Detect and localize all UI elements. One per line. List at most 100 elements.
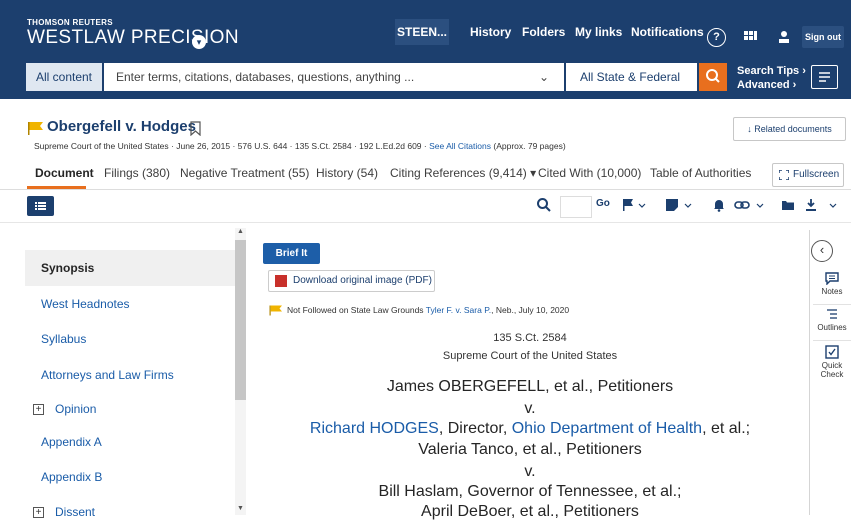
toc-item-appendix-b[interactable]: Appendix B bbox=[25, 459, 235, 495]
chevron-down-icon[interactable]: ▾ bbox=[192, 35, 206, 49]
toc-toggle-button[interactable] bbox=[27, 196, 54, 216]
fullscreen-button[interactable]: Fullscreen bbox=[772, 163, 844, 187]
tab-cited-with[interactable]: Cited With (10,000) bbox=[538, 166, 641, 180]
notes-button[interactable]: Notes bbox=[813, 272, 851, 296]
nav-notifications-link[interactable]: Notifications bbox=[631, 25, 704, 39]
download-icon bbox=[806, 199, 837, 211]
outline-icon bbox=[827, 309, 837, 319]
notes-label: Notes bbox=[821, 287, 843, 296]
bookmark-icon[interactable] bbox=[190, 121, 201, 136]
user-menu-button[interactable]: STEEN... bbox=[395, 19, 449, 45]
search-icon bbox=[537, 198, 551, 212]
expand-icon[interactable]: + bbox=[33, 507, 44, 518]
brief-it-button[interactable]: Brief It bbox=[263, 243, 320, 264]
related-documents-button[interactable]: ↓ Related documents bbox=[733, 117, 846, 141]
alert-button[interactable] bbox=[712, 198, 726, 218]
term-search-input[interactable] bbox=[560, 196, 592, 218]
quick-check-label: Quick Check bbox=[820, 361, 844, 379]
chevron-down-icon[interactable]: ⌄ bbox=[539, 63, 564, 91]
check-document-icon bbox=[825, 345, 839, 359]
keycite-flag-note: Not Followed on State Law Grounds Tyler … bbox=[287, 305, 569, 315]
page-count: (Approx. 79 pages) bbox=[493, 141, 566, 151]
scroll-up-icon[interactable]: ▲ bbox=[237, 228, 244, 235]
tab-negative-treatment[interactable]: Negative Treatment (55) bbox=[180, 166, 309, 180]
agency-link[interactable]: Ohio Department of Health bbox=[512, 420, 702, 437]
brand-product[interactable]: WESTLAW PRECISION bbox=[27, 27, 239, 49]
folder-icon bbox=[782, 201, 794, 210]
toc-item-opinion[interactable]: + Opinion bbox=[25, 391, 235, 427]
reporter-citation: 135 S.Ct. 2584 bbox=[493, 332, 567, 344]
arrow-down-icon: ↓ bbox=[747, 124, 752, 134]
pdf-icon bbox=[275, 275, 287, 287]
side-divider bbox=[813, 304, 851, 305]
tab-history[interactable]: History (54) bbox=[316, 166, 378, 180]
go-button[interactable]: Go bbox=[596, 198, 610, 209]
collapse-panel-button[interactable]: ‹ bbox=[811, 240, 833, 262]
flag-icon bbox=[623, 199, 646, 211]
toc-item-opinion-label: Opinion bbox=[55, 402, 97, 416]
flag-tool-button[interactable] bbox=[622, 198, 646, 218]
copy-link-button[interactable] bbox=[734, 198, 766, 218]
see-all-citations-link[interactable]: See All Citations bbox=[429, 141, 491, 151]
annotation-tool-button[interactable] bbox=[665, 198, 693, 218]
sign-out-button[interactable]: Sign out bbox=[802, 26, 844, 48]
toc-item-west-headnotes[interactable]: West Headnotes bbox=[25, 286, 235, 322]
content-scope-selector[interactable]: All content bbox=[26, 63, 102, 91]
advanced-search-link[interactable]: Advanced bbox=[737, 79, 790, 91]
keycite-status: Not Followed on State Law Grounds bbox=[287, 305, 424, 315]
toc-item-attorneys[interactable]: Attorneys and Law Firms bbox=[25, 357, 235, 393]
outlines-label: Outlines bbox=[817, 323, 847, 332]
related-documents-label: Related documents bbox=[754, 124, 832, 134]
versus-line: v. bbox=[524, 400, 536, 417]
citation-sct: 135 S.Ct. 2584 bbox=[294, 141, 352, 151]
party-link[interactable]: Richard HODGES bbox=[310, 420, 439, 437]
toc-item-syllabus[interactable]: Syllabus bbox=[25, 321, 235, 357]
toc-item-dissent[interactable]: + Dissent bbox=[25, 494, 235, 530]
party-line: April DeBoer, et al., Petitioners bbox=[421, 503, 639, 520]
toc-item-appendix-a[interactable]: Appendix A bbox=[25, 424, 235, 460]
nav-mylinks-link[interactable]: My links bbox=[575, 25, 622, 39]
party-suffix: , et al.; bbox=[702, 420, 751, 437]
party-line: James OBERGEFELL, et al., Petitioners bbox=[386, 378, 674, 395]
versus-line: v. bbox=[524, 463, 536, 480]
flag-icon[interactable] bbox=[27, 121, 45, 135]
tab-table-of-authorities[interactable]: Table of Authorities bbox=[650, 166, 751, 180]
outlines-button[interactable]: Outlines bbox=[813, 308, 851, 332]
quick-check-button[interactable]: Quick Check bbox=[813, 345, 851, 379]
expand-icon[interactable]: + bbox=[33, 404, 44, 415]
link-icon bbox=[734, 201, 764, 209]
tab-citing-references[interactable]: Citing References (9,414) ▾ bbox=[390, 166, 536, 180]
bell-icon bbox=[714, 200, 724, 212]
citation-us: 576 U.S. 644 bbox=[237, 141, 288, 151]
search-within-button[interactable] bbox=[536, 197, 552, 217]
nav-folders-link[interactable]: Folders bbox=[522, 25, 565, 39]
jurisdiction-selector[interactable]: All State & Federal bbox=[566, 63, 697, 91]
save-to-folder-button[interactable] bbox=[781, 198, 795, 218]
court-heading: Supreme Court of the United States bbox=[442, 350, 618, 362]
notes-icon bbox=[825, 272, 839, 286]
keycite-case-link[interactable]: Tyler F. v. Sara P. bbox=[426, 305, 491, 315]
search-button[interactable] bbox=[699, 63, 727, 91]
search-tips-links[interactable]: Search Tips › Advanced › bbox=[737, 64, 806, 92]
help-icon[interactable]: ? bbox=[707, 28, 726, 47]
party-line: Valeria Tanco, et al., Petitioners bbox=[418, 441, 642, 458]
apps-grid-icon[interactable] bbox=[744, 31, 758, 43]
search-icon bbox=[706, 69, 720, 83]
court-name: Supreme Court of the United States bbox=[34, 141, 169, 151]
filter-menu-button[interactable] bbox=[811, 65, 838, 89]
toc-item-dissent-label: Dissent bbox=[55, 505, 96, 519]
tab-document[interactable]: Document bbox=[35, 166, 94, 180]
download-pdf-button[interactable]: Download original image (PDF) bbox=[268, 270, 435, 292]
user-icon[interactable] bbox=[779, 31, 789, 43]
sticky-note-icon bbox=[666, 199, 692, 211]
nav-history-link[interactable]: History bbox=[470, 25, 511, 39]
search-input[interactable] bbox=[104, 63, 564, 91]
search-tips-link[interactable]: Search Tips bbox=[737, 65, 799, 77]
toc-scrollbar-thumb[interactable] bbox=[235, 240, 246, 400]
document-title: Obergefell v. Hodges bbox=[47, 118, 196, 135]
toc-item-synopsis[interactable]: Synopsis bbox=[25, 250, 235, 286]
download-button[interactable] bbox=[805, 198, 839, 218]
scroll-down-icon[interactable]: ▼ bbox=[237, 505, 244, 512]
tab-filings[interactable]: Filings (380) bbox=[104, 166, 170, 180]
brand-company: THOMSON REUTERS bbox=[27, 18, 113, 27]
